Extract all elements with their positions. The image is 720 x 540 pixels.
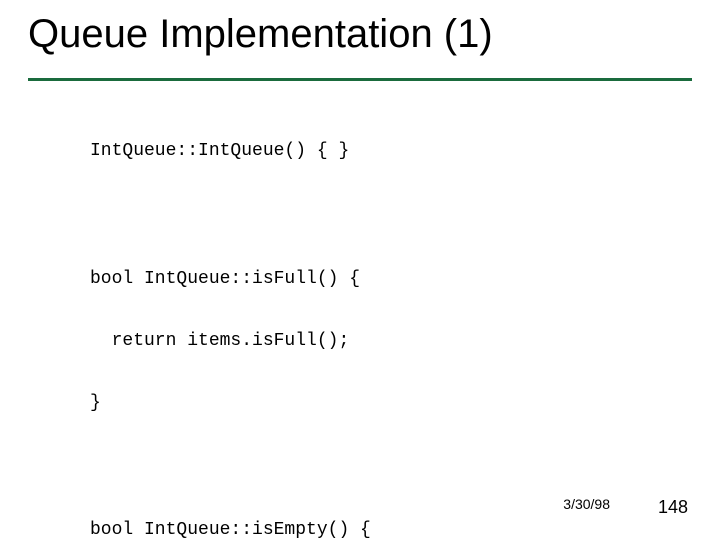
code-block-isfull: bool IntQueue::isFull() { return items.i… [90, 227, 660, 455]
slide-body: IntQueue::IntQueue() { } bool IntQueue::… [90, 100, 660, 540]
slide-title: Queue Implementation (1) [28, 12, 493, 57]
code-line: bool IntQueue::isEmpty() { [90, 520, 660, 540]
footer-page-number: 148 [658, 497, 688, 518]
code-line: bool IntQueue::isFull() { [90, 269, 660, 290]
code-block-ctor: IntQueue::IntQueue() { } [90, 100, 660, 227]
title-rule [28, 78, 692, 81]
footer-date: 3/30/98 [563, 496, 610, 512]
code-line: IntQueue::IntQueue() { } [90, 141, 660, 162]
code-line: return items.isFull(); [90, 331, 660, 352]
code-line: } [90, 393, 660, 414]
slide: Queue Implementation (1) IntQueue::IntQu… [0, 0, 720, 540]
